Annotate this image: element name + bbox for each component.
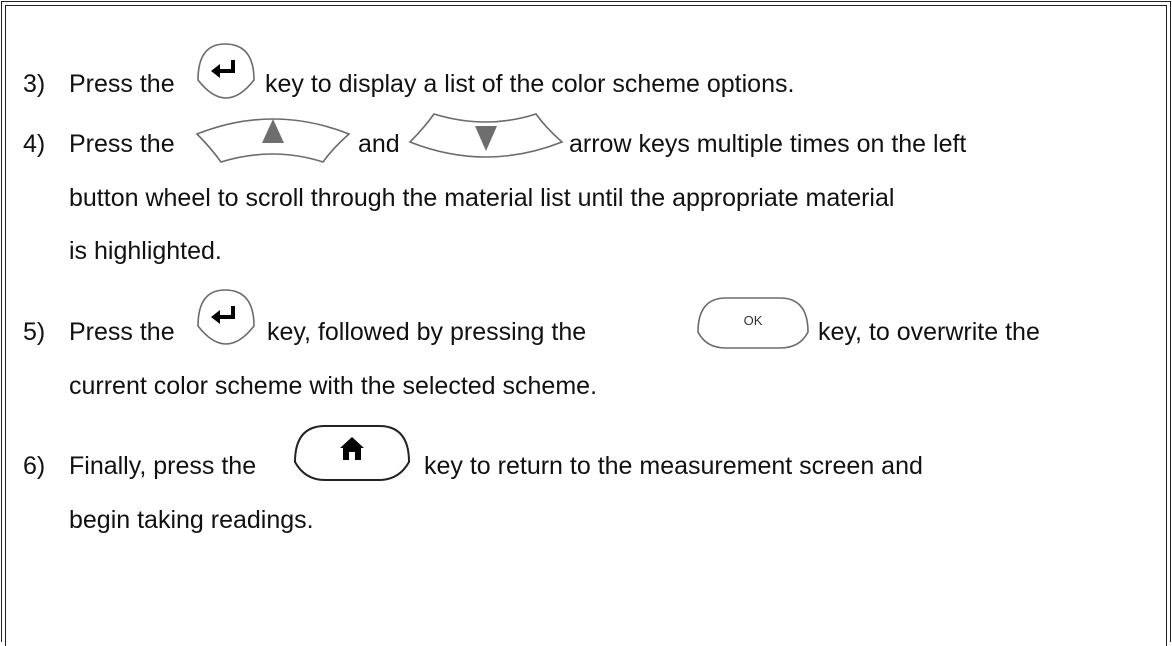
step-text: Press the — [69, 318, 175, 346]
step-text: key to return to the measurement screen … — [424, 452, 923, 480]
step-text: button wheel to scroll through the mater… — [69, 184, 895, 212]
step-text: key, to overwrite the — [818, 318, 1040, 346]
up-arrow-key — [195, 110, 351, 166]
step-number: 4) — [23, 130, 46, 158]
down-arrow-key — [408, 110, 564, 166]
step-text: Press the — [69, 130, 175, 158]
step-text: is highlighted. — [69, 237, 222, 265]
step-text: Press the — [69, 70, 175, 98]
step-text: key to display a list of the color schem… — [265, 70, 795, 98]
step-number: 6) — [23, 452, 46, 480]
enter-key — [195, 288, 257, 346]
home-key — [293, 424, 411, 482]
step-number: 5) — [23, 318, 46, 346]
step-text: current color scheme with the selected s… — [69, 372, 598, 400]
step-number: 3) — [23, 70, 46, 98]
step-text: Finally, press the — [69, 452, 257, 480]
step-text: key, followed by pressing the — [267, 318, 587, 346]
enter-key — [195, 42, 257, 100]
step-text: begin taking readings. — [69, 506, 314, 534]
step-text: arrow keys multiple times on the left — [569, 130, 967, 158]
step-text: and — [358, 130, 400, 158]
ok-key-label: OK — [744, 313, 763, 328]
ok-key: OK — [696, 296, 810, 350]
